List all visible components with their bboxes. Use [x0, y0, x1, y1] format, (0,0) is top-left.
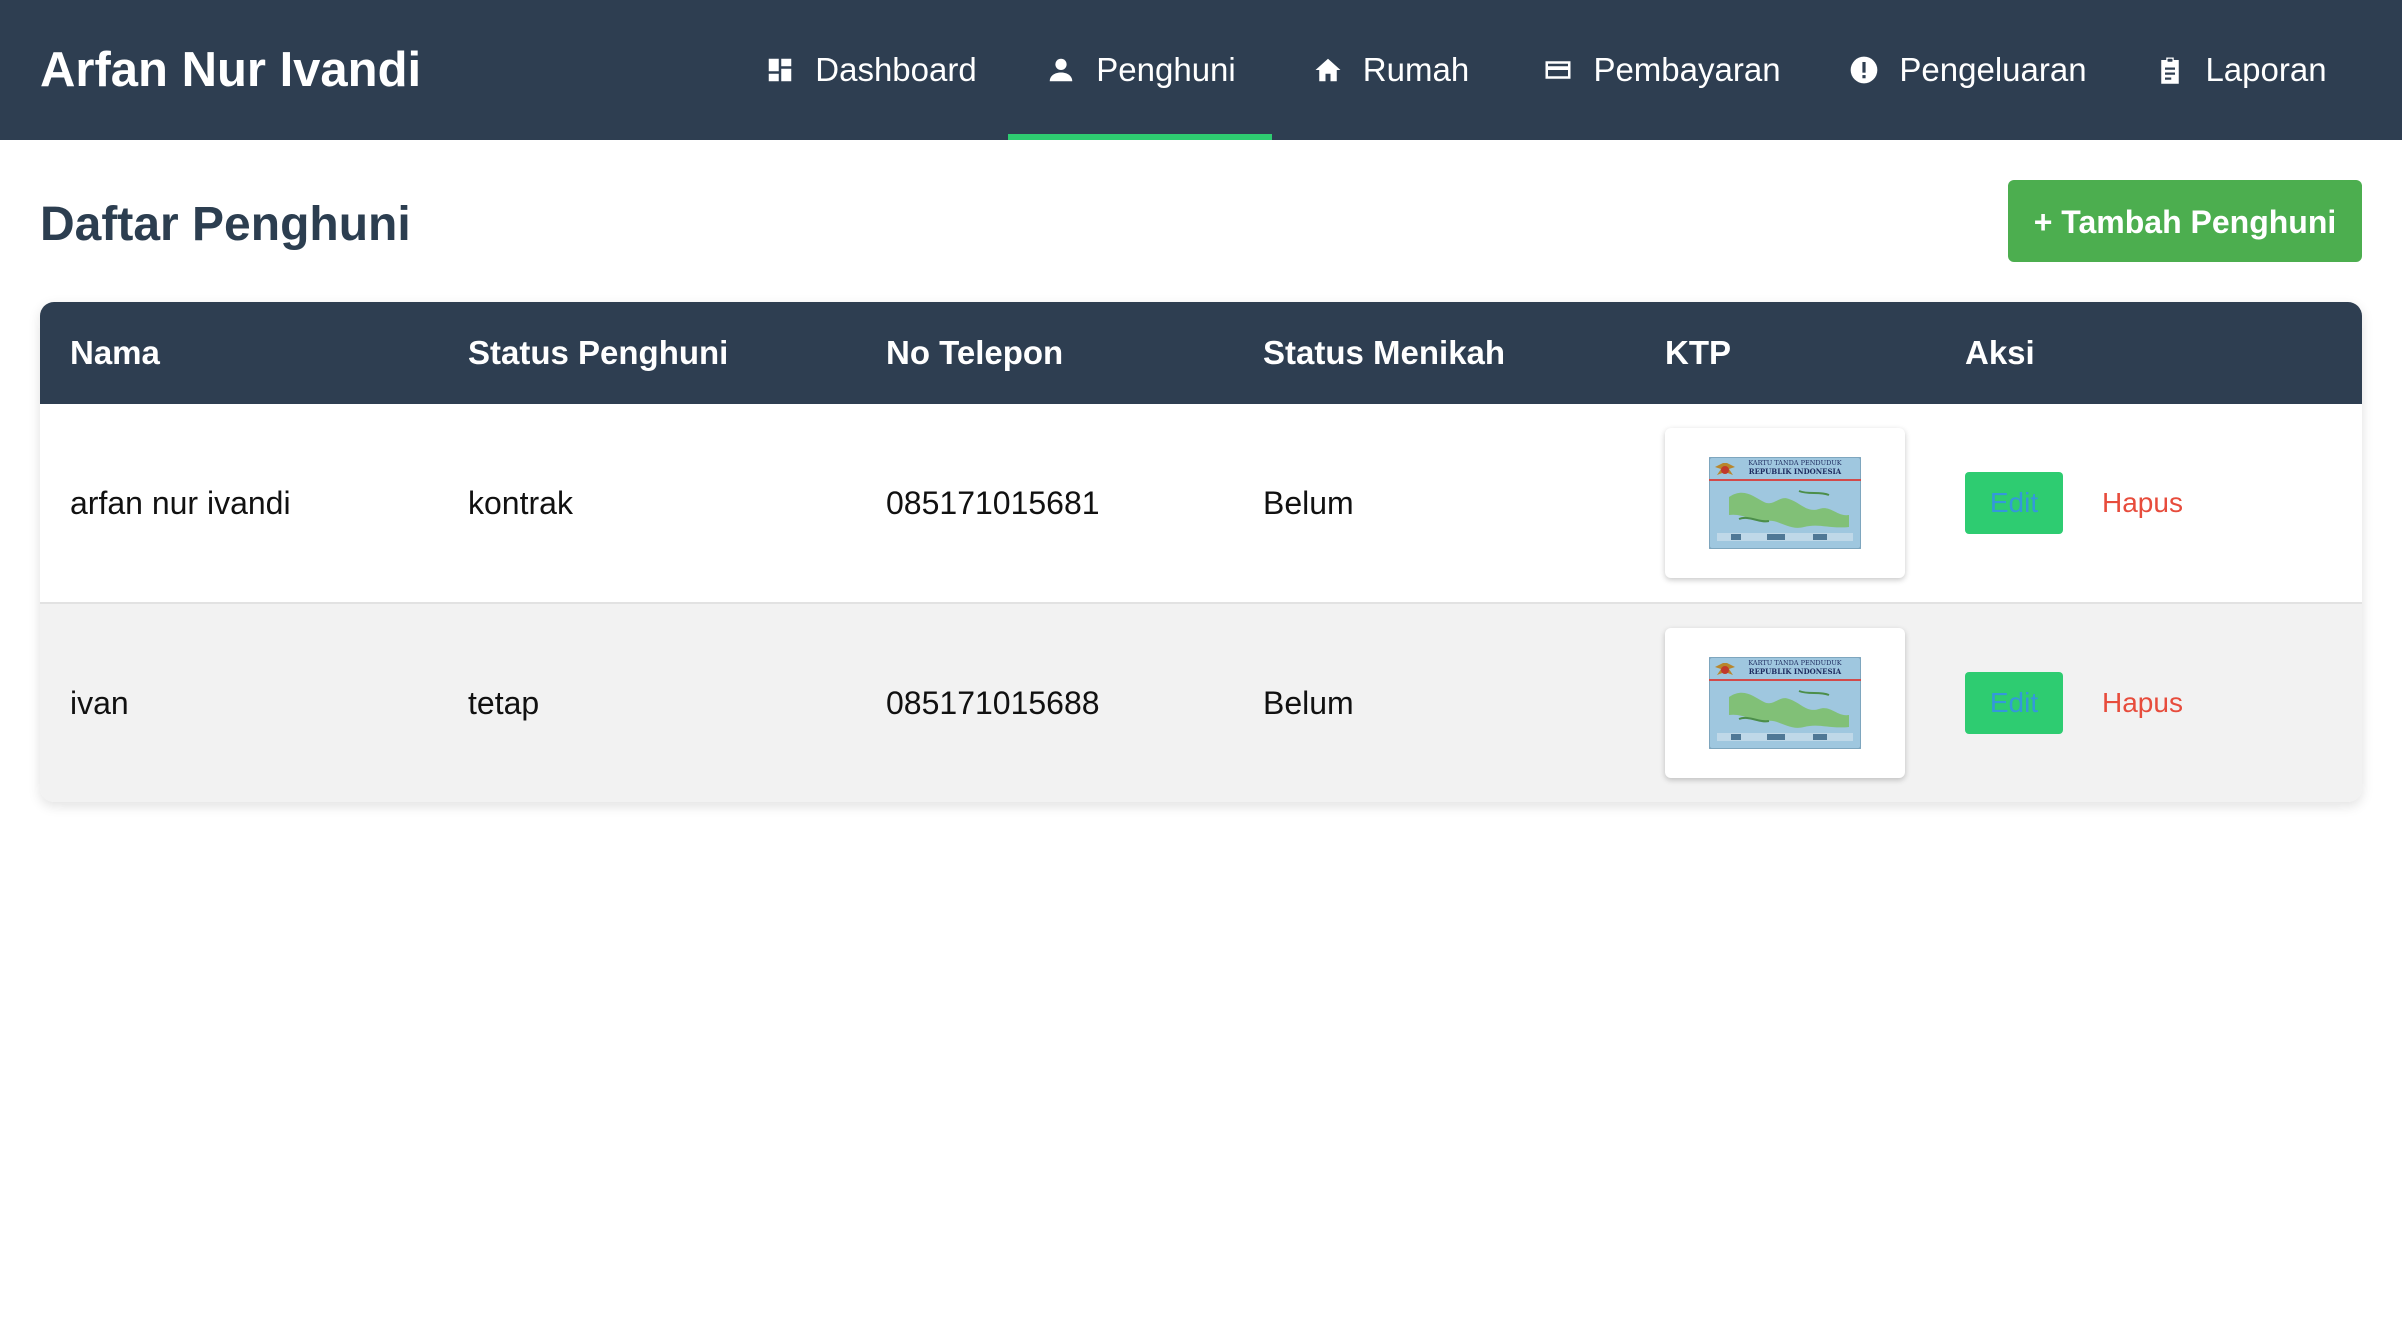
cell-nama: ivan	[70, 684, 129, 721]
nav-label: Dashboard	[815, 51, 977, 88]
dashboard-icon	[763, 53, 797, 87]
person-icon	[1044, 53, 1078, 87]
nav-label: Rumah	[1362, 51, 1470, 88]
add-penghuni-button[interactable]: + Tambah Penghuni	[2008, 180, 2362, 262]
penghuni-table-container: Nama Status Penghuni No Telepon Status M…	[40, 302, 2362, 802]
page-title: Daftar Penghuni	[40, 198, 411, 251]
penghuni-table: Nama Status Penghuni No Telepon Status M…	[40, 302, 2362, 802]
svg-text:KARTU TANDA PENDUDUK: KARTU TANDA PENDUDUK	[1748, 459, 1841, 467]
cell-ktp: KARTU TANDA PENDUDUK REPUBLIK INDONESIA	[1635, 603, 1935, 802]
delete-button[interactable]: Hapus	[2102, 487, 2183, 519]
top-navbar: Arfan Nur Ivandi Dashboard Penghuni Ruma…	[0, 0, 2402, 140]
cell-status-menikah: Belum	[1263, 684, 1354, 721]
ktp-card-image: KARTU TANDA PENDUDUK REPUBLIK INDONESIA	[1709, 457, 1861, 549]
row-actions: Edit Hapus	[1965, 672, 2362, 734]
cell-status-penghuni: kontrak	[468, 484, 573, 521]
nav-item-penghuni[interactable]: Penghuni	[1008, 0, 1272, 140]
svg-text:REPUBLIK INDONESIA: REPUBLIK INDONESIA	[1749, 667, 1842, 676]
nav-item-rumah[interactable]: Rumah	[1290, 0, 1490, 140]
table-header-row: Nama Status Penghuni No Telepon Status M…	[40, 302, 2362, 404]
alert-circle-icon	[1847, 53, 1881, 87]
cell-ktp: KARTU TANDA PENDUDUK REPUBLIK INDONESIA	[1635, 404, 1935, 603]
ktp-thumbnail[interactable]: KARTU TANDA PENDUDUK REPUBLIK INDONESIA	[1665, 428, 1905, 578]
edit-button[interactable]: Edit	[1965, 672, 2063, 734]
svg-text:REPUBLIK INDONESIA: REPUBLIK INDONESIA	[1749, 467, 1842, 476]
nav-item-pengeluaran[interactable]: Pengeluaran	[1838, 0, 2096, 140]
column-header-status-penghuni: Status Penghuni	[468, 334, 729, 371]
svg-text:KARTU TANDA PENDUDUK: KARTU TANDA PENDUDUK	[1748, 659, 1841, 667]
home-icon	[1311, 53, 1345, 87]
column-header-no-telepon: No Telepon	[886, 334, 1064, 371]
cell-aksi: Edit Hapus	[1935, 603, 2362, 802]
nav-item-laporan[interactable]: Laporan	[2150, 0, 2330, 140]
cell-status-menikah: Belum	[1263, 484, 1354, 521]
ktp-card-image: KARTU TANDA PENDUDUK REPUBLIK INDONESIA	[1709, 657, 1861, 749]
nav-item-dashboard[interactable]: Dashboard	[740, 0, 1000, 140]
cell-aksi: Edit Hapus	[1935, 404, 2362, 603]
clipboard-icon	[2153, 53, 2187, 87]
nav-label: Penghuni	[1096, 51, 1236, 88]
cell-nama: arfan nur ivandi	[70, 484, 291, 521]
cell-status-penghuni: tetap	[468, 684, 540, 721]
nav-label: Laporan	[2205, 51, 2327, 88]
brand-title[interactable]: Arfan Nur Ivandi	[40, 0, 421, 140]
table-row: ivan tetap 085171015688 Belum KARTU TAND…	[40, 603, 2362, 802]
credit-card-icon	[1541, 53, 1575, 87]
edit-button[interactable]: Edit	[1965, 472, 2063, 534]
column-header-status-menikah: Status Menikah	[1263, 334, 1506, 371]
column-header-nama: Nama	[70, 334, 160, 371]
table-row: arfan nur ivandi kontrak 085171015681 Be…	[40, 404, 2362, 603]
cell-no-telepon: 085171015681	[886, 484, 1100, 521]
cell-no-telepon: 085171015688	[886, 684, 1100, 721]
nav-label: Pengeluaran	[1899, 51, 2087, 88]
delete-button[interactable]: Hapus	[2102, 687, 2183, 719]
nav-item-pembayaran[interactable]: Pembayaran	[1530, 0, 1792, 140]
column-header-ktp: KTP	[1665, 334, 1731, 371]
nav-label: Pembayaran	[1593, 51, 1781, 88]
row-actions: Edit Hapus	[1965, 472, 2362, 534]
column-header-aksi: Aksi	[1965, 334, 2035, 371]
ktp-thumbnail[interactable]: KARTU TANDA PENDUDUK REPUBLIK INDONESIA	[1665, 628, 1905, 778]
